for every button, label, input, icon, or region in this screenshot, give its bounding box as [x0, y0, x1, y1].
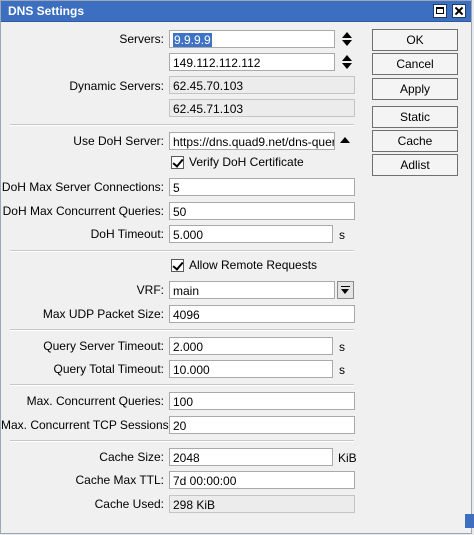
cache-max-ttl-label: Cache Max TTL: [75, 473, 164, 487]
cache-max-ttl-input[interactable]: 7d 00:00:00 [169, 471, 355, 489]
doh-max-server-connections-input[interactable]: 5 [169, 178, 355, 196]
checkbox-box[interactable] [171, 259, 184, 272]
servers-label: Servers: [119, 32, 164, 46]
doh-timeout-input[interactable]: 5.000 [169, 225, 333, 243]
adlist-button[interactable]: Adlist [372, 154, 458, 176]
allow-remote-requests-label: Allow Remote Requests [189, 258, 318, 272]
checkmark-icon [172, 259, 184, 271]
cache-button[interactable]: Cache [372, 130, 458, 152]
max-concurrent-queries-input[interactable]: 100 [169, 392, 355, 410]
server-1-value: 9.9.9.9 [173, 33, 212, 47]
doh-timeout-label: DoH Timeout: [90, 227, 164, 241]
dynamic-servers-label: Dynamic Servers: [69, 79, 164, 93]
separator [10, 329, 354, 331]
checkmark-icon [172, 156, 184, 168]
verify-doh-certificate-checkbox[interactable]: Verify DoH Certificate [171, 154, 351, 172]
ok-button[interactable]: OK [372, 29, 458, 51]
checkbox-box[interactable] [171, 156, 184, 169]
cache-size-unit: KiB [338, 451, 357, 465]
apply-button[interactable]: Apply [372, 78, 458, 100]
dropdown-arrow-icon[interactable] [337, 281, 354, 299]
separator [10, 124, 354, 126]
background-window-edge [465, 514, 474, 528]
cache-size-input[interactable]: 2048 [169, 448, 333, 466]
doh-max-server-connections-label: DoH Max Server Connections: [1, 180, 164, 194]
doh-server-input[interactable]: https://dns.quad9.net/dns-query [169, 132, 335, 150]
dns-settings-window: DNS Settings Servers: 9.9.9.9 149.112.11… [0, 0, 472, 534]
query-total-timeout-input[interactable]: 10.000 [169, 360, 333, 378]
doh-timeout-unit: s [339, 228, 345, 242]
maximize-icon[interactable] [433, 4, 447, 18]
query-server-timeout-label: Query Server Timeout: [43, 339, 164, 353]
cache-size-label: Cache Size: [99, 450, 164, 464]
max-concurrent-tcp-sessions-label: Max. Concurrent TCP Sessions: [1, 418, 172, 432]
separator [10, 250, 354, 252]
title-bar[interactable]: DNS Settings [1, 1, 471, 22]
dynamic-server-2: 62.45.71.103 [169, 99, 355, 117]
server-1-input[interactable]: 9.9.9.9 [169, 30, 335, 48]
verify-doh-certificate-label: Verify DoH Certificate [189, 155, 304, 169]
up-down-arrows-icon[interactable] [340, 30, 354, 48]
server-2-input[interactable]: 149.112.112.112 [169, 53, 335, 71]
vrf-select[interactable]: main [169, 281, 335, 299]
doh-max-concurrent-queries-input[interactable]: 50 [169, 202, 355, 220]
use-doh-server-label: Use DoH Server: [73, 134, 164, 148]
window-title: DNS Settings [8, 4, 85, 18]
vrf-label: VRF: [136, 283, 164, 297]
query-server-timeout-unit: s [339, 340, 345, 354]
query-total-timeout-label: Query Total Timeout: [53, 362, 165, 376]
separator [10, 384, 354, 386]
static-button[interactable]: Static [372, 106, 458, 128]
triangle-up-icon[interactable] [340, 137, 350, 143]
max-concurrent-tcp-sessions-input[interactable]: 20 [169, 416, 355, 434]
doh-max-concurrent-queries-label: DoH Max Concurrent Queries: [2, 204, 164, 218]
query-server-timeout-input[interactable]: 2.000 [169, 337, 333, 355]
max-udp-packet-size-input[interactable]: 4096 [169, 305, 355, 323]
separator [10, 440, 354, 442]
up-down-arrows-icon[interactable] [340, 53, 354, 71]
cache-used-label: Cache Used: [94, 497, 164, 511]
close-icon[interactable] [452, 4, 466, 18]
query-total-timeout-unit: s [339, 363, 345, 377]
dynamic-server-1: 62.45.70.103 [169, 76, 355, 94]
max-concurrent-queries-label: Max. Concurrent Queries: [26, 394, 164, 408]
max-udp-packet-size-label: Max UDP Packet Size: [42, 307, 164, 321]
allow-remote-requests-checkbox[interactable]: Allow Remote Requests [171, 257, 351, 275]
cache-used-value: 298 KiB [169, 495, 355, 513]
cancel-button[interactable]: Cancel [372, 53, 458, 75]
